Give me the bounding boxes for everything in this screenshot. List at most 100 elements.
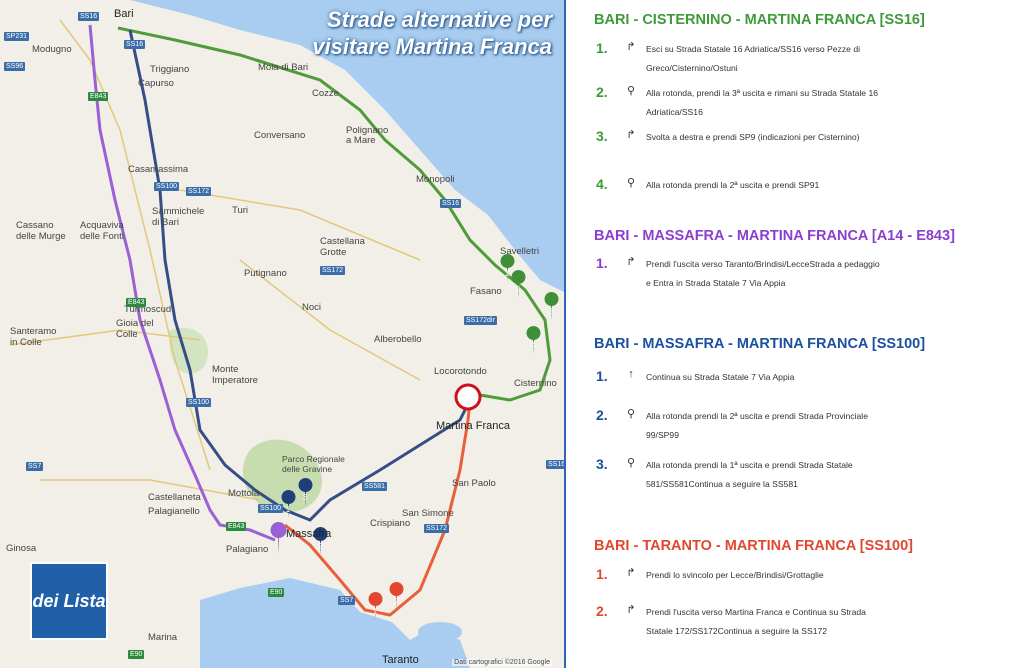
town-label: Cozze [312, 88, 339, 99]
town-label: Mottola [228, 488, 260, 499]
town-label: Conversano [254, 130, 306, 141]
road-shield: E90 [268, 588, 285, 597]
svg-text:1: 1 [373, 607, 378, 616]
logo-text: dei Lista [32, 591, 106, 611]
town-label: Palagianello [148, 506, 200, 517]
step-number: 1. [596, 566, 608, 582]
route-title-navy: BARI - MASSAFRA - MARTINA FRANCA [SS100] [594, 336, 926, 352]
route-step: 2. ⚲ Alla rotonda prendi la 2ª uscita e … [596, 407, 996, 443]
step-number: 2. [596, 603, 608, 619]
town-label: Santeramo in Colle [10, 326, 57, 348]
step-text: Alla rotonda prendi la 2ª uscita e prend… [646, 180, 820, 190]
town-label: Castellaneta [148, 492, 201, 503]
road-shield: SS100 [154, 182, 180, 191]
road-shield: SS16 [78, 12, 100, 21]
route-step: 3. ⚲ Alla rotonda prendi la 1ª uscita e … [596, 456, 996, 492]
map-credit: Dati cartografici ©2016 Google [452, 659, 552, 666]
step-text: Svolta a destra e prendi SP9 (indicazion… [646, 132, 860, 142]
town-label: Monte Imperatore [212, 364, 258, 386]
step-text: Prendi l'uscita verso Martina Franca e C… [646, 607, 866, 636]
marker-green-3: 3 [544, 292, 559, 320]
step-number: 1. [596, 40, 608, 56]
keep-right-icon: ↱ [626, 604, 636, 616]
marker-green-4: 4 [526, 326, 541, 354]
road-shield: SS172 [424, 524, 450, 533]
keep-right-icon: ↱ [626, 567, 636, 579]
road-shield: E843 [226, 522, 247, 531]
route-step: 2. ↱ Prendi l'uscita verso Martina Franc… [596, 603, 996, 659]
route-step: 2. ⚲ Alla rotonda, prendi la 3ª uscita e… [596, 84, 996, 120]
panel-divider [564, 0, 566, 668]
town-label: Ginosa [6, 543, 37, 554]
route-title-purple: BARI - MASSAFRA - MARTINA FRANCA [A14 - … [594, 228, 955, 244]
town-label: Cassano delle Murge [16, 220, 66, 242]
step-number: 1. [596, 368, 608, 384]
road-shield: SS581 [362, 482, 388, 491]
svg-text:2: 2 [516, 285, 521, 294]
turn-right-icon: ↱ [626, 129, 636, 141]
town-label: Castellana Grotte [320, 236, 365, 258]
map-title-line1: Strade alternative per [327, 7, 552, 32]
town-label: Sammichele di Bari [152, 206, 205, 228]
town-label: Palagiano [226, 544, 269, 555]
town-label: Cisternino [514, 378, 557, 389]
town-label: Noci [302, 302, 322, 313]
route-step: 4. ⚲ Alla rotonda prendi la 2ª uscita e … [596, 176, 996, 196]
straight-arrow-icon: ↑ [628, 368, 634, 380]
mar-piccolo [418, 622, 462, 642]
directions-panel: BARI - CISTERNINO - MARTINA FRANCA [SS16… [570, 0, 1024, 668]
base-roads [9, 19, 421, 501]
step-number: 1. [596, 255, 608, 271]
svg-text:1: 1 [286, 505, 291, 514]
road-shield: E843 [126, 298, 147, 307]
road-shield: SS172 [320, 266, 346, 275]
road-shield: SS7 [338, 596, 356, 605]
keep-right-icon: ↱ [626, 256, 636, 268]
svg-text:3: 3 [549, 307, 554, 316]
town-label: Modugno [32, 44, 72, 55]
step-text: Alla rotonda prendi la 2ª uscita e prend… [646, 411, 868, 440]
route-step: 1. ↱ Prendi lo svincolo per Lecce/Brindi… [596, 566, 996, 586]
roundabout-icon: ⚲ [626, 408, 636, 420]
marker-green-2: 2 [511, 270, 526, 298]
step-text: Prendi lo svincolo per Lecce/Brindisi/Gr… [646, 570, 824, 580]
road-shield: SS16 [124, 40, 146, 49]
town-label: Monopoli [416, 174, 455, 185]
map-view[interactable]: 1 2 3 4 1 3 2 1 2 Strade alternative per… [0, 0, 564, 668]
park-area [242, 439, 322, 513]
step-number: 3. [596, 128, 608, 144]
map-title-line2: visitare Martina Franca [312, 34, 552, 59]
step-number: 4. [596, 176, 608, 192]
town-label: Savelletri [500, 246, 540, 257]
road-shield: SS7 [26, 462, 44, 471]
town-label: Casamassima [128, 164, 189, 175]
road-shield: SS100 [186, 398, 212, 407]
road-shield: SS96 [4, 62, 26, 71]
town-label: Alberobello [374, 334, 422, 345]
step-number: 2. [596, 84, 608, 100]
road-shield: SS172dir [464, 316, 497, 325]
svg-text:4: 4 [531, 341, 536, 350]
route-title-green: BARI - CISTERNINO - MARTINA FRANCA [SS16… [594, 12, 925, 28]
town-label: Massafra [286, 528, 332, 540]
site-logo: dei Lista [30, 562, 108, 640]
route-step: 1. ↱ Prendi l'uscita verso Taranto/Brind… [596, 255, 996, 291]
step-text: Esci su Strada Statale 16 Adriatica/SS16… [646, 44, 861, 73]
road-shield: SS100 [258, 504, 284, 513]
town-label: Turi [232, 205, 249, 216]
town-label: Locorotondo [434, 366, 487, 377]
step-number: 2. [596, 407, 608, 423]
town-label: Polignano a Mare [346, 125, 389, 146]
town-label: San Paolo [452, 478, 496, 489]
destination-circle [454, 383, 482, 411]
town-label: Triggiano [150, 64, 190, 75]
road-shield: E843 [88, 92, 109, 101]
town-label: Crispiano [370, 518, 411, 529]
svg-text:1: 1 [505, 269, 510, 278]
road-shield: SS16 [546, 460, 564, 469]
step-text: Continua su Strada Statale 7 Via Appia [646, 372, 795, 382]
town-label: Gioia del Colle [116, 318, 154, 340]
route-step: 1. ↱ Esci su Strada Statale 16 Adriatica… [596, 40, 996, 76]
road-shield: E90 [128, 650, 145, 659]
roundabout-icon: ⚲ [626, 457, 636, 469]
